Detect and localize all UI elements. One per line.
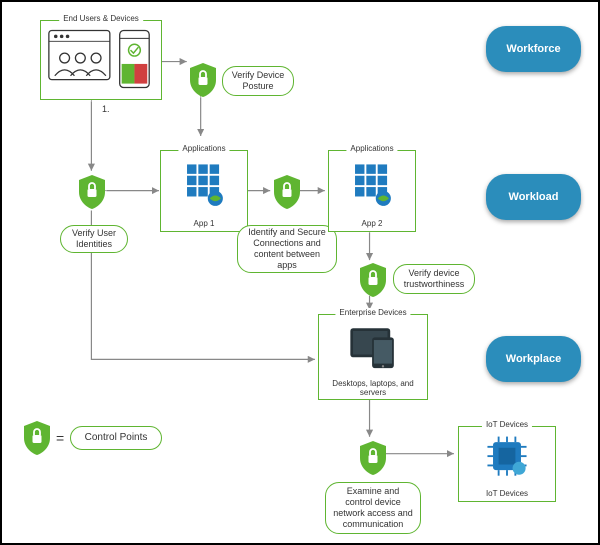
diagram-canvas: End Users & Devices 1. Verify Device Pos… [0, 0, 600, 545]
pill-workplace: Workplace [486, 336, 581, 382]
callout-verify-posture: Verify Device Posture [222, 66, 294, 96]
legend-equals: = [56, 430, 64, 446]
shield-icon [358, 262, 388, 298]
callout-verify-trust: Verify device trustworthiness [393, 264, 475, 294]
callout-verify-identities: Verify User Identities [60, 225, 128, 253]
panel-title: Enterprise Devices [335, 308, 410, 317]
chip-icon [459, 431, 555, 485]
panel-caption: App 2 [329, 219, 415, 228]
shield-icon [22, 420, 52, 456]
end-users-illustration [41, 24, 161, 96]
callout-examine-network: Examine and control device network acces… [325, 482, 421, 534]
panel-end-users: End Users & Devices [40, 20, 162, 100]
pill-workload: Workload [486, 174, 581, 220]
panel-caption: IoT Devices [459, 489, 555, 498]
panel-title: Applications [178, 144, 229, 153]
callout-legend: Control Points [70, 426, 162, 450]
panel-iot: IoT Devices IoT Devices [458, 426, 556, 502]
app-grid-icon [329, 155, 415, 221]
panel-enterprise: Enterprise Devices Desktops, laptops, an… [318, 314, 428, 400]
annotation-1: 1. [102, 104, 110, 114]
shield-icon [272, 174, 302, 210]
panel-title: End Users & Devices [59, 14, 143, 23]
shield-icon [77, 174, 107, 210]
panel-title: IoT Devices [482, 420, 532, 429]
panel-title: Applications [346, 144, 397, 153]
panel-caption: Desktops, laptops, and servers [319, 379, 427, 397]
panel-app1: Applications App 1 [160, 150, 248, 232]
shield-icon [358, 440, 388, 476]
devices-icon [319, 321, 427, 379]
shield-icon [188, 62, 218, 98]
panel-caption: App 1 [161, 219, 247, 228]
app-grid-icon [161, 155, 247, 221]
panel-app2: Applications App 2 [328, 150, 416, 232]
pill-workforce: Workforce [486, 26, 581, 72]
callout-secure-connections: Identify and Secure Connections and cont… [237, 225, 337, 273]
